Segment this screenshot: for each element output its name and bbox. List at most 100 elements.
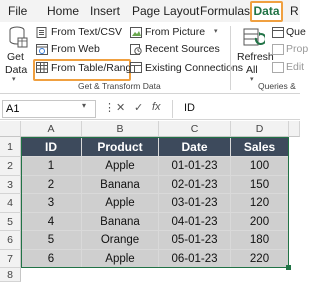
table-cell[interactable]: Apple	[82, 194, 159, 213]
queries-connections-button[interactable]: Que	[272, 25, 306, 40]
table-header-cell[interactable]: Sales	[231, 137, 289, 157]
table-header-cell[interactable]: Product	[82, 137, 159, 157]
links-icon	[272, 62, 284, 73]
ribbon-body: Get Data ▾ From Text/CSV From Web From T…	[0, 22, 308, 94]
get-data-label-2: Data	[5, 64, 28, 76]
table-cell[interactable]: 02-01-23	[159, 176, 231, 194]
database-icon	[9, 26, 28, 48]
column-header-e-partial[interactable]	[289, 121, 300, 137]
row-header[interactable]: 1	[0, 137, 21, 157]
group-label-queries: Queries &	[258, 81, 296, 91]
from-web-label: From Web	[51, 43, 100, 55]
table-cell[interactable]: 120	[231, 194, 289, 213]
column-header-b[interactable]: B	[82, 121, 159, 137]
queries-label: Que	[286, 26, 306, 38]
row-header[interactable]: 2	[0, 157, 21, 176]
chevron-down-icon: ▾	[214, 28, 218, 35]
table-header-cell[interactable]: ID	[21, 137, 82, 157]
clock-icon	[130, 44, 142, 55]
table-cell[interactable]: 05-01-23	[159, 231, 231, 250]
table-cell[interactable]: 6	[21, 250, 82, 268]
more-dots-icon: ⋮	[104, 102, 115, 114]
get-data-label-1: Get	[7, 51, 24, 63]
formula-separator	[172, 100, 173, 118]
chevron-down-icon[interactable]: ▾	[82, 101, 86, 110]
row-header[interactable]: 6	[0, 231, 21, 250]
properties-label: Prop	[286, 43, 309, 55]
picture-icon	[130, 27, 142, 38]
tab-formulas[interactable]: Formulas	[200, 4, 250, 18]
table-cell[interactable]: 03-01-23	[159, 194, 231, 213]
check-icon[interactable]: ✓	[134, 101, 143, 114]
table-cell[interactable]: 4	[21, 213, 82, 231]
from-web-button[interactable]: From Web	[34, 42, 124, 57]
properties-button: Prop	[272, 42, 308, 57]
existing-connections-button[interactable]: Existing Connections	[128, 60, 243, 76]
tab-next-partial[interactable]: R	[290, 4, 299, 18]
recent-sources-button[interactable]: Recent Sources	[128, 42, 238, 57]
queries-icon	[272, 27, 284, 38]
from-text-csv-label: From Text/CSV	[51, 26, 122, 38]
refresh-icon	[243, 28, 265, 46]
recent-sources-label: Recent Sources	[145, 43, 220, 55]
select-all-corner[interactable]	[0, 121, 21, 137]
globe-icon	[36, 44, 48, 55]
table-cell[interactable]: 04-01-23	[159, 213, 231, 231]
group-separator	[230, 26, 231, 90]
table-cell[interactable]: 5	[21, 231, 82, 250]
table-cell[interactable]: 01-01-23	[159, 157, 231, 176]
table-cell[interactable]: Orange	[82, 231, 159, 250]
column-header-c[interactable]: C	[159, 121, 231, 137]
tab-home[interactable]: Home	[47, 4, 79, 18]
tab-data[interactable]: Data	[250, 1, 283, 22]
tab-insert[interactable]: Insert	[90, 4, 120, 18]
edit-links-button: Edit	[272, 60, 304, 75]
worksheet-grid[interactable]: A B C D 1 2 3 4 5 6 7 8 ID Product Date …	[0, 121, 300, 282]
column-header-d[interactable]: D	[231, 121, 289, 137]
tab-file[interactable]: File	[8, 4, 27, 18]
column-header-a[interactable]: A	[21, 121, 82, 137]
table-header-cell[interactable]: Date	[159, 137, 231, 157]
text-file-icon	[36, 27, 47, 38]
connections-icon	[130, 62, 142, 73]
formula-input[interactable]: ID	[184, 102, 195, 114]
table-cell[interactable]: 200	[231, 213, 289, 231]
table-cell[interactable]: Banana	[82, 176, 159, 194]
table-cell[interactable]: 100	[231, 157, 289, 176]
group-label-get-transform: Get & Transform Data	[78, 81, 161, 91]
fx-icon[interactable]: fx	[152, 101, 161, 113]
table-cell[interactable]: 220	[231, 250, 289, 268]
existing-connections-label: Existing Connections	[145, 62, 244, 74]
formula-bar: A1 ▾ ⋮ ✕ ✓ fx ID	[0, 98, 300, 120]
get-data-button[interactable]: Get Data ▾	[2, 24, 32, 83]
row-header[interactable]: 7	[0, 250, 21, 268]
row-header[interactable]: 3	[0, 176, 21, 194]
from-table-range-label: From Table/Range	[51, 62, 138, 74]
refresh-all-button[interactable]: Refresh All ▾	[236, 24, 274, 83]
table-cell[interactable]: 2	[21, 176, 82, 194]
table-cell[interactable]: 180	[231, 231, 289, 250]
refresh-all-label-1: Refresh	[237, 51, 274, 63]
tab-page-layout[interactable]: Page Layout	[132, 4, 199, 18]
table-cell[interactable]: Apple	[82, 250, 159, 268]
chevron-down-icon: ▾	[250, 76, 254, 83]
properties-icon	[272, 44, 284, 55]
table-cell[interactable]: 150	[231, 176, 289, 194]
from-picture-button[interactable]: From Picture ▾	[128, 25, 238, 40]
row-header[interactable]: 4	[0, 194, 21, 213]
row-header[interactable]: 8	[0, 268, 21, 282]
table-cell[interactable]: Banana	[82, 213, 159, 231]
table-cell[interactable]: 06-01-23	[159, 250, 231, 268]
from-table-range-button[interactable]: From Table/Range	[34, 60, 137, 76]
table-cell[interactable]: 1	[21, 157, 82, 176]
edit-links-label: Edit	[286, 61, 305, 73]
row-header[interactable]: 5	[0, 213, 21, 231]
from-text-csv-button[interactable]: From Text/CSV	[34, 25, 124, 40]
table-icon	[36, 62, 48, 73]
chevron-down-icon: ▾	[12, 76, 16, 83]
table-cell[interactable]: Apple	[82, 157, 159, 176]
cancel-icon[interactable]: ✕	[116, 101, 125, 114]
table-cell[interactable]: 3	[21, 194, 82, 213]
fill-handle[interactable]	[286, 265, 291, 270]
ribbon-tab-bar: File Home Insert Page Layout Formulas Da…	[0, 0, 300, 24]
